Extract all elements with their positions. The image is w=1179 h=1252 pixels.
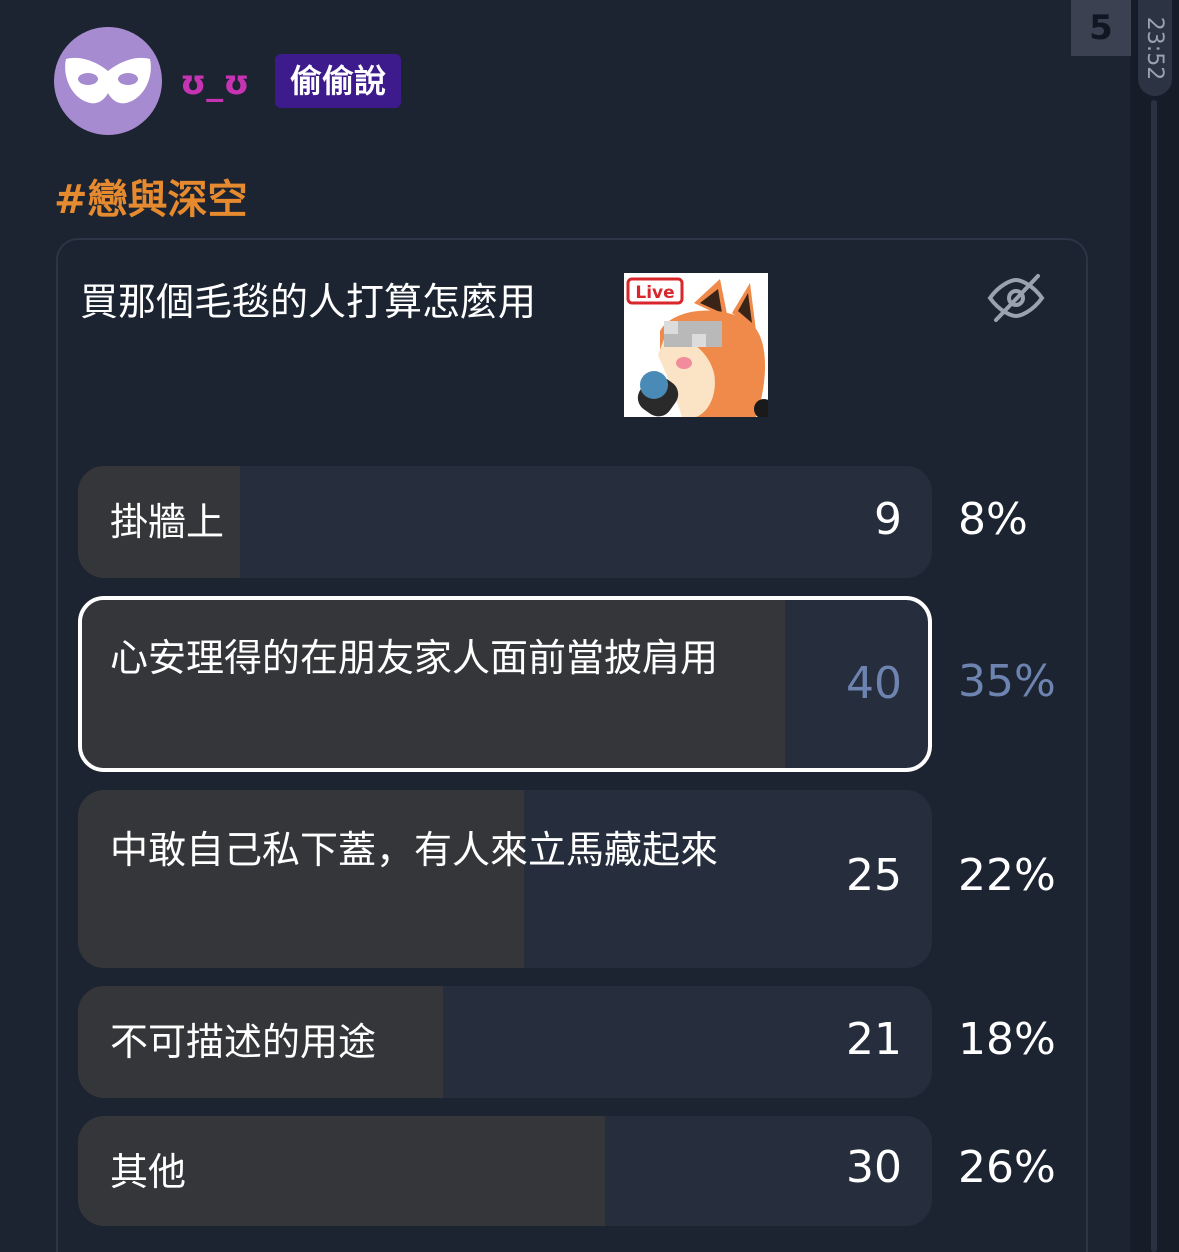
scrollbar[interactable] <box>1151 100 1157 1252</box>
timestamp-pill: 23:52 <box>1138 0 1172 96</box>
option-percent: 22% <box>958 850 1056 901</box>
poll-option-selected[interactable]: 心安理得的在朋友家人面前當披肩用 40 <box>78 596 932 772</box>
option-vote-count: 30 <box>846 1142 902 1193</box>
option-percent: 8% <box>958 494 1028 545</box>
count-badge: 5 <box>1071 0 1131 56</box>
option-label: 掛牆上 <box>110 500 225 544</box>
poll-option[interactable]: 中敢自己私下蓋，有人來立馬藏起來 25 <box>78 790 932 968</box>
option-label: 中敢自己私下蓋，有人來立馬藏起來 <box>110 828 719 872</box>
option-label: 其他 <box>110 1150 187 1194</box>
live-tag: Live <box>635 283 674 303</box>
poll-option[interactable]: 不可描述的用途 21 <box>78 986 932 1098</box>
option-label: 不可描述的用途 <box>110 1020 377 1064</box>
option-percent: 26% <box>958 1142 1056 1193</box>
poll-question: 買那個毛毯的人打算怎麼用 <box>80 280 537 324</box>
option-vote-count: 21 <box>846 1014 902 1065</box>
option-label: 心安理得的在朋友家人面前當披肩用 <box>110 636 719 680</box>
option-percent: 18% <box>958 1014 1056 1065</box>
poll-option[interactable]: 掛牆上 9 <box>78 466 932 578</box>
option-vote-count: 25 <box>846 850 902 901</box>
eye-off-icon[interactable] <box>984 268 1048 328</box>
option-vote-count: 9 <box>874 494 902 545</box>
anonymous-badge: 偷偷說 <box>275 54 401 108</box>
option-vote-count: 40 <box>846 658 902 709</box>
fox-sticker-image: Live <box>624 273 768 417</box>
poll-option[interactable]: 其他 30 <box>78 1116 932 1226</box>
hashtag[interactable]: #戀與深空 <box>54 172 248 228</box>
post-view: 5 23:52 ʊ_ʊ 偷偷說 #戀與深空 買那個毛毯的人打算怎麼用 Live <box>0 0 1179 1252</box>
option-percent: 35% <box>958 656 1056 707</box>
username[interactable]: ʊ_ʊ <box>180 58 250 108</box>
avatar[interactable] <box>54 27 162 135</box>
mask-icon <box>65 57 151 104</box>
timestamp: 23:52 <box>1142 16 1168 80</box>
